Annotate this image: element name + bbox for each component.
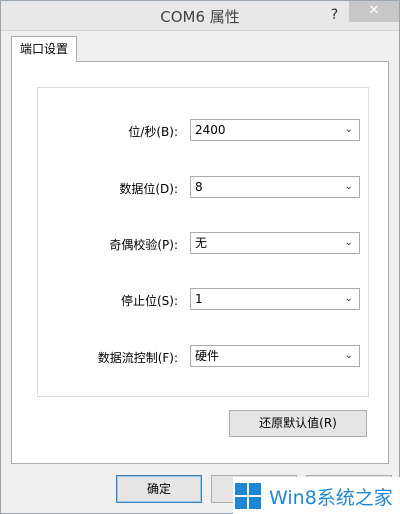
parity-label: 奇偶校验(P): [109,238,178,252]
select-value: 1 [195,292,203,306]
chevron-down-icon: ⌄ [344,350,353,361]
chevron-down-icon: ⌄ [344,293,353,304]
parity-select[interactable]: 无 ⌄ [190,232,360,254]
help-button[interactable]: ? [320,1,349,30]
site-watermark: Win8系统之家 [233,477,400,514]
stop-bits-select[interactable]: 1 ⌄ [190,288,360,310]
tab-label: 端口设置 [19,42,68,56]
select-value: 8 [195,180,203,194]
ok-button[interactable]: 确定 [116,475,202,503]
select-value: 2400 [195,123,226,137]
settings-group: 位/秒(B): 2400 ⌄ 数据位(D): 8 ⌄ 奇偶校验(P): 无 ⌄ … [37,87,369,397]
bits-per-second-label: 位/秒(B): [128,125,178,139]
restore-defaults-button[interactable]: 还原默认值(R) [229,410,367,437]
port-settings-panel: 位/秒(B): 2400 ⌄ 数据位(D): 8 ⌄ 奇偶校验(P): 无 ⌄ … [11,61,389,464]
flow-control-select[interactable]: 硬件 ⌄ [190,345,360,367]
data-bits-select[interactable]: 8 ⌄ [190,176,360,198]
watermark-text: Win8系统之家 [269,486,393,509]
select-value: 硬件 [195,349,220,363]
close-icon: ✕ [368,3,380,18]
title-bar: COM6 属性 ? ✕ [1,1,399,31]
windows-logo-icon [235,483,263,509]
help-icon: ? [330,7,339,23]
select-value: 无 [195,236,208,250]
chevron-down-icon: ⌄ [344,124,353,135]
bits-per-second-select[interactable]: 2400 ⌄ [190,119,360,141]
stop-bits-label: 停止位(S): [120,294,178,308]
tab-port-settings[interactable]: 端口设置 [11,36,77,62]
data-bits-label: 数据位(D): [119,182,178,196]
close-button[interactable]: ✕ [349,1,399,22]
flow-control-label: 数据流控制(F): [97,351,178,365]
chevron-down-icon: ⌄ [344,237,353,248]
properties-dialog: COM6 属性 ? ✕ 端口设置 位/秒(B): 2400 ⌄ 数据位(D): … [0,0,400,514]
chevron-down-icon: ⌄ [344,181,353,192]
